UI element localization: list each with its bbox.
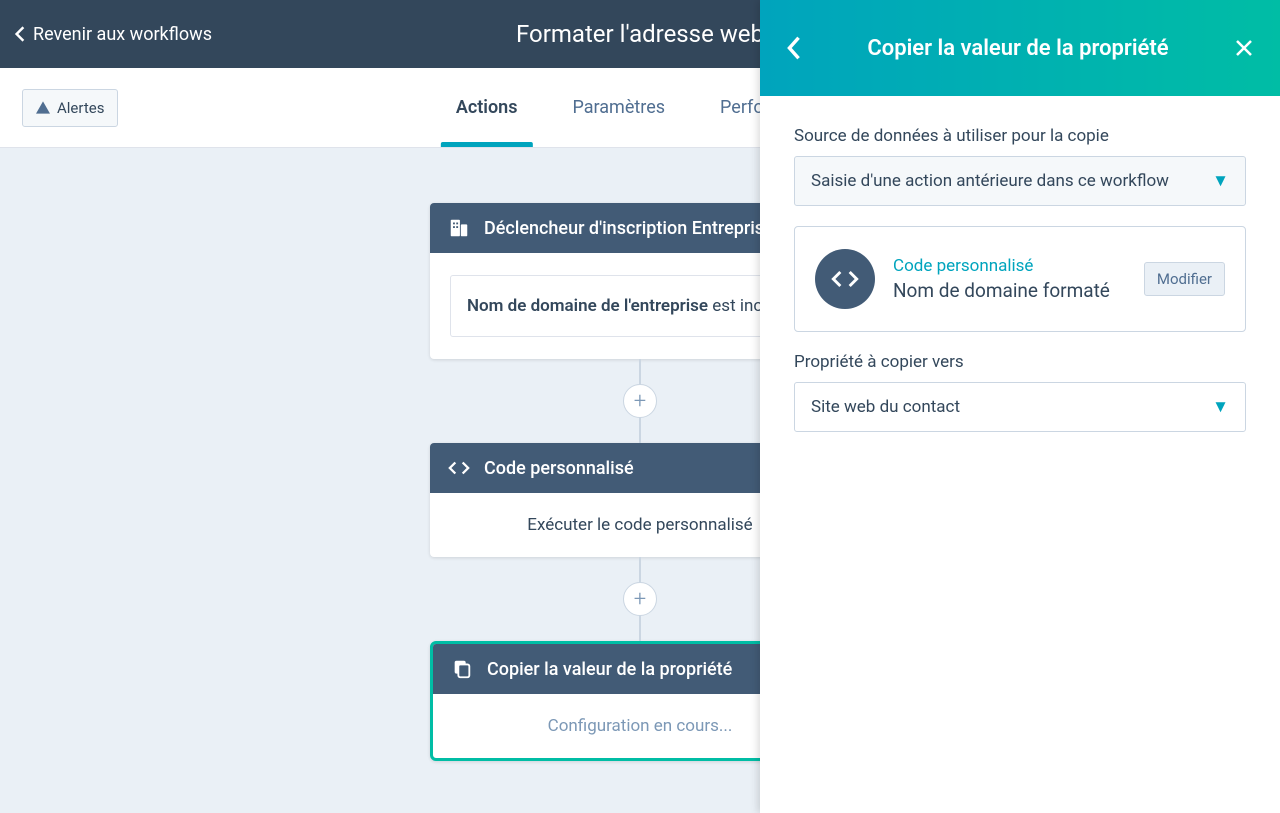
panel-header: Copier la valeur de la propriété (760, 0, 1280, 96)
modify-button[interactable]: Modifier (1144, 262, 1225, 296)
add-action-button[interactable]: + (623, 384, 657, 418)
code-icon (815, 249, 875, 309)
source-card: Code personnalisé Nom de domaine formaté… (794, 226, 1246, 332)
back-to-workflows-link[interactable]: Revenir aux workflows (0, 24, 212, 45)
chevron-left-icon (14, 25, 26, 43)
code-title: Code personnalisé (484, 458, 634, 479)
alerts-button[interactable]: Alertes (22, 89, 118, 127)
back-label: Revenir aux workflows (33, 24, 212, 45)
caret-down-icon: ▼ (1212, 397, 1229, 417)
alerts-label: Alertes (57, 99, 104, 117)
target-select[interactable]: Site web du contact ▼ (794, 382, 1246, 432)
source-link[interactable]: Code personnalisé (893, 256, 1126, 276)
warning-icon (36, 101, 50, 114)
code-icon (448, 457, 470, 479)
copy-icon (451, 658, 473, 680)
source-field: Source de données à utiliser pour la cop… (794, 126, 1246, 206)
target-field: Propriété à copier vers Site web du cont… (794, 352, 1246, 432)
company-icon (448, 217, 470, 239)
source-text: Code personnalisé Nom de domaine formaté (893, 256, 1126, 302)
trigger-title: Déclencheur d'inscription Entreprise (484, 218, 774, 239)
target-value: Site web du contact (811, 397, 960, 417)
source-value: Saisie d'une action antérieure dans ce w… (811, 171, 1169, 191)
target-label: Propriété à copier vers (794, 352, 1246, 372)
copy-title: Copier la valeur de la propriété (487, 659, 732, 680)
tab-settings[interactable]: Paramètres (572, 68, 665, 147)
source-sub: Nom de domaine formaté (893, 279, 1126, 302)
panel-title: Copier la valeur de la propriété (826, 36, 1210, 61)
panel-back-icon[interactable] (786, 35, 802, 61)
add-action-button[interactable]: + (623, 582, 657, 616)
side-panel: Copier la valeur de la propriété Source … (760, 0, 1280, 813)
tab-actions[interactable]: Actions (456, 68, 518, 147)
source-select[interactable]: Saisie d'une action antérieure dans ce w… (794, 156, 1246, 206)
source-label: Source de données à utiliser pour la cop… (794, 126, 1246, 146)
panel-body: Source de données à utiliser pour la cop… (760, 96, 1280, 462)
close-icon[interactable] (1234, 38, 1254, 58)
page-title: Formater l'adresse web (516, 20, 764, 48)
caret-down-icon: ▼ (1212, 171, 1229, 191)
